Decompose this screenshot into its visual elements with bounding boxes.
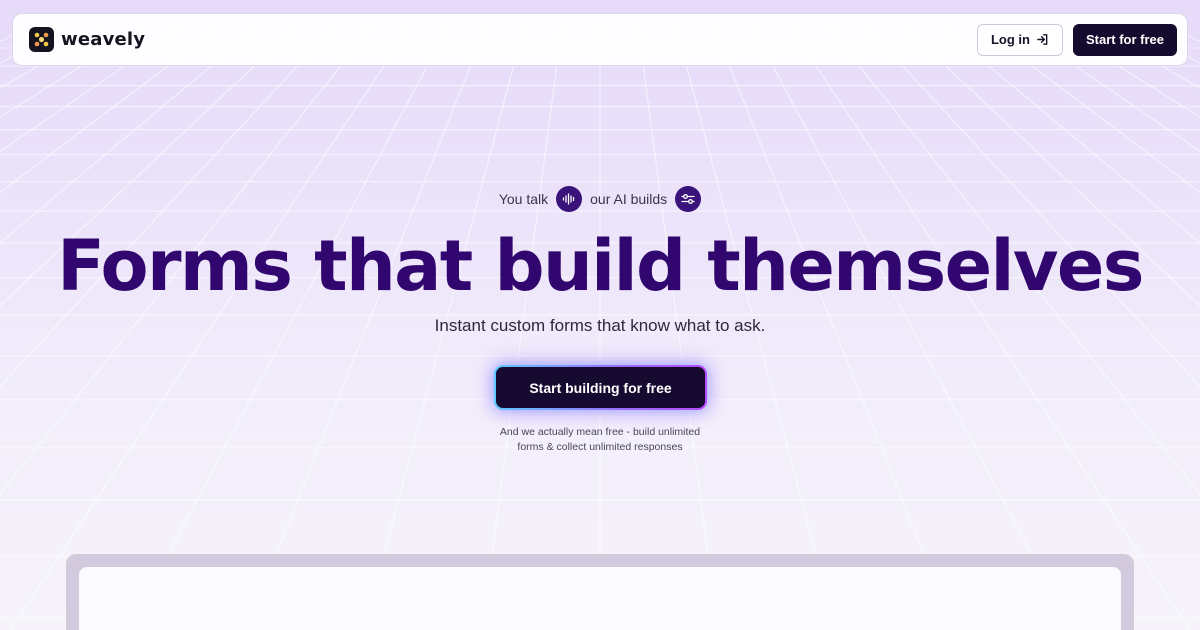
background-grid <box>0 29 1200 630</box>
brand-name: weavely <box>61 29 146 50</box>
hero-headline: Forms that build themselves <box>57 225 1144 307</box>
hero-subheadline: Instant custom forms that know what to a… <box>434 316 766 335</box>
cta-glow-border: Start building for free <box>494 365 707 410</box>
tagline: You talk our AI builds <box>0 186 1200 212</box>
sliders-icon <box>675 186 702 212</box>
start-for-free-button[interactable]: Start for free <box>1072 23 1177 56</box>
disclaimer-line-1: And we actually mean free - build unlimi… <box>499 426 701 438</box>
product-preview-frame <box>66 554 1134 630</box>
login-arrow-icon <box>1037 34 1048 45</box>
product-preview-canvas <box>79 567 1121 630</box>
tagline-you-talk: You talk <box>498 191 549 207</box>
login-label: Log in <box>990 32 1030 47</box>
weavely-logo-icon <box>29 27 54 52</box>
start-building-button[interactable]: Start building for free <box>496 367 705 408</box>
top-navbar: weavely Log in Start for free <box>12 13 1188 66</box>
tagline-ai-builds: our AI builds <box>590 191 668 207</box>
disclaimer-line-2: forms & collect unlimited responses <box>517 441 683 453</box>
brand[interactable]: weavely <box>29 27 145 52</box>
free-disclaimer: And we actually mean free - build unlimi… <box>0 425 1200 455</box>
audio-wave-icon <box>556 186 583 212</box>
nav-actions: Log in Start for free <box>976 23 1177 56</box>
login-button[interactable]: Log in <box>976 23 1063 56</box>
